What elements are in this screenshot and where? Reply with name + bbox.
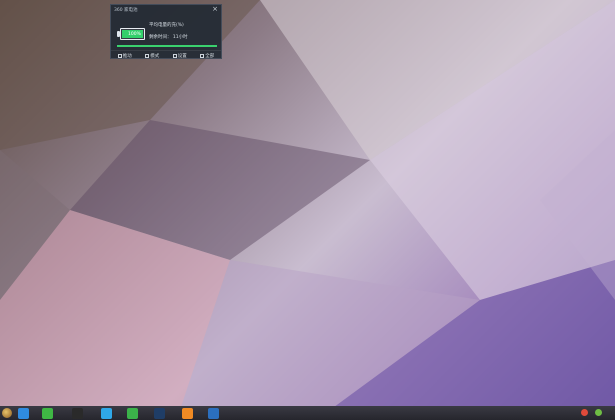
desktop-wallpaper [0,0,615,420]
taskbar-app-spreadsheet[interactable] [127,408,138,419]
list-icon [200,53,205,58]
battery-widget[interactable]: 360 家电池 × 100% 平均电量的充(%) 剩余时间： 11小时 推动 模… [110,4,222,59]
taskbar-app-photoshop[interactable] [154,408,165,419]
action-plug-button[interactable]: 推动 [117,53,132,59]
battery-percent-label: 100% [128,32,141,37]
close-icon[interactable]: × [212,6,218,13]
start-orb-icon[interactable] [2,408,12,418]
plug-icon [117,53,122,58]
tray-security-icon[interactable] [581,409,588,416]
action-all-button[interactable]: 全部 [200,53,214,59]
settings-icon [172,53,177,58]
battery-body: 100% [120,28,145,40]
taskbar-app-browser[interactable] [18,408,29,419]
taskbar-app-sogou[interactable] [101,408,112,419]
wallpaper-facets [0,0,615,410]
action-label: 模式 [150,53,160,59]
action-settings-button[interactable]: 设置 [172,53,187,59]
widget-titlebar[interactable]: 360 家电池 × [114,6,218,14]
mode-icon [145,53,150,58]
taskbar [0,406,615,420]
battery-progress [117,45,217,47]
action-label: 全部 [205,53,215,59]
action-label: 推动 [122,53,132,59]
taskbar-app-word[interactable] [208,408,219,419]
widget-actions: 推动 模式 设置 全部 [111,50,221,60]
taskbar-app-wechat[interactable] [42,408,53,419]
battery-indicator: 100% [117,28,145,40]
taskbar-app-qq[interactable] [72,408,83,419]
widget-title: 360 家电池 [114,8,138,13]
battery-status-text: 平均电量的充(%) [149,23,184,28]
battery-time-text: 剩余时间： 11小时 [149,35,188,40]
tray-network-icon[interactable] [595,409,602,416]
action-mode-button[interactable]: 模式 [145,53,159,59]
action-label: 设置 [177,53,187,59]
taskbar-app-messaging[interactable] [182,408,193,419]
battery-progress-fill [117,45,217,47]
